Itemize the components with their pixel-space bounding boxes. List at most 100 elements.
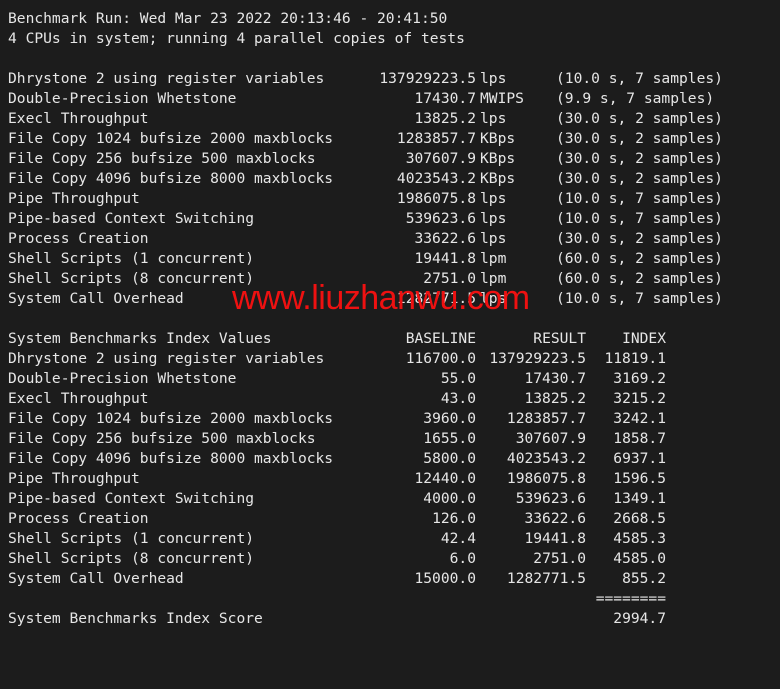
column-header-index: INDEX [622,330,666,347]
index-row-result: 2751.0 [533,550,586,567]
benchmark-samples: (60.0 s, 2 samples) [556,270,723,287]
benchmark-name: Pipe-based Context Switching [8,210,255,227]
index-row-name: System Call Overhead [8,570,184,587]
benchmark-samples: (10.0 s, 7 samples) [556,190,723,207]
benchmark-value: 17430.7 [414,90,476,107]
benchmark-result-row: Shell Scripts (8 concurrent) 2751.0 lpm … [8,269,780,289]
benchmark-value: 33622.6 [414,230,476,247]
benchmark-unit: lps [480,230,507,247]
index-row-result: 307607.9 [515,430,586,447]
cpu-info-line: 4 CPUs in system; running 4 parallel cop… [8,30,465,47]
index-row-name: Pipe-based Context Switching [8,490,255,507]
index-row-result: 33622.6 [524,510,586,527]
index-row-name: Execl Throughput [8,390,149,407]
benchmark-unit: KBps [480,170,516,187]
index-row-result: 17430.7 [524,370,586,387]
index-row-result: 137929223.5 [489,350,586,367]
index-values-table: System Benchmarks Index Values BASELINE … [8,329,780,629]
index-row-index: 1596.5 [613,470,666,487]
benchmark-samples: (30.0 s, 2 samples) [556,130,723,147]
benchmark-result-row: Dhrystone 2 using register variables 137… [8,69,780,89]
benchmark-name: Shell Scripts (1 concurrent) [8,250,255,267]
index-row-index: 4585.3 [613,530,666,547]
benchmark-unit: MWIPS [480,90,524,107]
benchmark-unit: lpm [480,250,507,267]
separator-line: ======== [595,590,666,607]
index-row-baseline: 126.0 [432,510,476,527]
benchmark-samples: (10.0 s, 7 samples) [556,210,723,227]
index-table-row: Pipe Throughput 12440.0 1986075.8 1596.5 [8,469,780,489]
benchmark-samples: (10.0 s, 7 samples) [556,70,723,87]
index-row-baseline: 43.0 [440,390,476,407]
benchmark-name: Pipe Throughput [8,190,140,207]
index-table-row: Shell Scripts (1 concurrent) 42.4 19441.… [8,529,780,549]
index-row-result: 4023543.2 [506,450,586,467]
benchmark-name: Double-Precision Whetstone [8,90,237,107]
benchmark-result-row: System Call Overhead 1282771.5 lps (10.0… [8,289,780,309]
index-row-result: 13825.2 [524,390,586,407]
benchmark-samples: (60.0 s, 2 samples) [556,250,723,267]
index-row-baseline: 6.0 [449,550,476,567]
index-row-baseline: 42.4 [440,530,476,547]
index-row-index: 3169.2 [613,370,666,387]
index-row-baseline: 12440.0 [414,470,476,487]
benchmark-name: System Call Overhead [8,290,184,307]
benchmark-value: 539623.6 [405,210,476,227]
index-row-name: Shell Scripts (8 concurrent) [8,550,255,567]
benchmark-result-row: Pipe-based Context Switching 539623.6 lp… [8,209,780,229]
benchmark-result-row: Pipe Throughput 1986075.8 lps (10.0 s, 7… [8,189,780,209]
benchmark-value: 137929223.5 [379,70,476,87]
benchmark-unit: lps [480,290,507,307]
benchmark-samples: (9.9 s, 7 samples) [556,90,715,107]
index-row-name: Pipe Throughput [8,470,140,487]
benchmark-unit: lps [480,210,507,227]
benchmark-samples: (30.0 s, 2 samples) [556,170,723,187]
index-row-name: Process Creation [8,510,149,527]
index-row-index: 11819.1 [604,350,666,367]
index-row-name: Double-Precision Whetstone [8,370,237,387]
benchmark-unit: lps [480,110,507,127]
index-separator-row: ======== [8,589,780,609]
index-row-index: 3215.2 [613,390,666,407]
index-row-index: 1349.1 [613,490,666,507]
benchmark-samples: (30.0 s, 2 samples) [556,150,723,167]
index-row-result: 1283857.7 [506,410,586,427]
index-score-value: 2994.7 [613,610,666,627]
benchmark-result-row: Process Creation 33622.6 lps (30.0 s, 2 … [8,229,780,249]
benchmark-samples: (10.0 s, 7 samples) [556,290,723,307]
index-row-baseline: 5800.0 [423,450,476,467]
index-table-row: Double-Precision Whetstone 55.0 17430.7 … [8,369,780,389]
benchmark-unit: lps [480,190,507,207]
index-row-result: 19441.8 [524,530,586,547]
index-row-baseline: 15000.0 [414,570,476,587]
benchmark-unit: lps [480,70,507,87]
index-table-row: Pipe-based Context Switching 4000.0 5396… [8,489,780,509]
benchmark-samples: (30.0 s, 2 samples) [556,230,723,247]
benchmark-samples: (30.0 s, 2 samples) [556,110,723,127]
column-header-baseline: BASELINE [405,330,476,347]
benchmark-result-row: File Copy 1024 bufsize 2000 maxblocks 12… [8,129,780,149]
benchmark-run-line: Benchmark Run: Wed Mar 23 2022 20:13:46 … [8,10,448,27]
index-table-header: System Benchmarks Index Values BASELINE … [8,329,780,349]
benchmark-result-row: Double-Precision Whetstone 17430.7 MWIPS… [8,89,780,109]
benchmark-value: 1283857.7 [396,130,476,147]
benchmark-result-row: Shell Scripts (1 concurrent) 19441.8 lpm… [8,249,780,269]
index-table-row: Execl Throughput 43.0 13825.2 3215.2 [8,389,780,409]
benchmark-value: 1282771.5 [396,290,476,307]
benchmark-value: 13825.2 [414,110,476,127]
index-score-label: System Benchmarks Index Score [8,610,263,627]
index-row-index: 4585.0 [613,550,666,567]
index-row-baseline: 4000.0 [423,490,476,507]
index-table-row: File Copy 1024 bufsize 2000 maxblocks 39… [8,409,780,429]
index-table-row: System Call Overhead 15000.0 1282771.5 8… [8,569,780,589]
index-row-baseline: 3960.0 [423,410,476,427]
index-row-index: 6937.1 [613,450,666,467]
index-row-index: 855.2 [622,570,666,587]
benchmark-unit: KBps [480,130,516,147]
benchmark-value: 307607.9 [405,150,476,167]
benchmark-result-row: Execl Throughput 13825.2 lps (30.0 s, 2 … [8,109,780,129]
benchmark-value: 19441.8 [414,250,476,267]
index-row-baseline: 1655.0 [423,430,476,447]
